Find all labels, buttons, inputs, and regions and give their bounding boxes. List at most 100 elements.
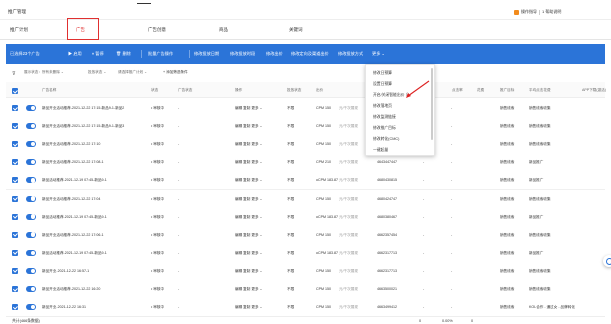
tab-product[interactable]: 商品 [219, 27, 228, 33]
row-toggle-switch[interactable] [26, 141, 36, 148]
row-toggle-switch[interactable] [26, 304, 36, 311]
col-bid[interactable]: 出价 [316, 88, 323, 93]
row-actions[interactable]: 编辑 复制 更多 ⌄ [235, 160, 263, 165]
ad-name-link[interactable]: 新品活动推荐-2021-12-19 07:45-新品9-1 [42, 251, 107, 256]
col-app[interactable]: APP下载(激活) [582, 88, 606, 93]
row-toggle-switch[interactable] [26, 213, 36, 220]
table-row[interactable]: 新品开业-2021-12-22 16:57-1 • 审核中 - 编辑 复制 更多 ⌄ 不… [6, 261, 605, 281]
ad-name-link[interactable]: 新品开业活动推荐-2021-12-22 17:06-1 [42, 233, 104, 238]
row-checkbox[interactable] [12, 105, 18, 111]
filter-delivery-status[interactable]: 投放状态 ⌄ [88, 70, 106, 75]
table-row[interactable]: 新品开业-2021-12-22 16:31 • 审核中 - 编辑 复制 更多 ⌄ 不限 C… [6, 298, 605, 318]
select-all-checkbox[interactable] [12, 88, 18, 94]
delete-button[interactable]: 🗑 删除 [116, 51, 131, 57]
filter-icon[interactable]: ⊽ [12, 71, 16, 77]
ad-name-link[interactable]: 新品开业活动推荐-2021-12-22 17:04 [42, 197, 100, 202]
filter-plan-select[interactable]: 请选择推广计划 ⌄ [118, 70, 147, 75]
col-status[interactable]: 状态 [151, 88, 158, 93]
ad-name-link[interactable]: 新品活动推荐-2021-12-19 07:45-新品9-1 [42, 178, 107, 183]
row-toggle-switch[interactable] [26, 249, 36, 256]
pause-button[interactable]: ⏸ 暂停 [92, 51, 104, 57]
ad-name-link[interactable]: 新品活动推荐-2021-12-19 07:45-新品9-1 [42, 215, 107, 220]
col-cost[interactable]: 花费 [477, 88, 484, 93]
batch-edit-button[interactable]: 批量广告操作 [148, 51, 173, 57]
row-actions[interactable]: 编辑 复制 更多 ⌄ [235, 287, 263, 292]
row-actions[interactable]: 编辑 复制 更多 ⌄ [235, 197, 263, 202]
edit-delivery-button[interactable]: 修改投放方式 [338, 51, 363, 57]
row-toggle-switch[interactable] [26, 267, 36, 274]
add-filter-button[interactable]: + 添加筛选条件 [163, 70, 188, 75]
tab-plan[interactable]: 推广计划 [10, 27, 28, 33]
ad-name-link[interactable]: 新品开业-2021-12-22 16:57-1 [42, 269, 89, 274]
ad-name-link[interactable]: 新品开业-2021-12-22 16:31 [42, 305, 86, 310]
table-row[interactable]: 新品开业活动推荐-2021-12-22 16:20 • 审核中 - 编辑 复制 更多 … [6, 280, 605, 299]
ad-name-link[interactable]: 新品开业活动推荐-2021-12-22 17:15-新品9-1-新品2 [42, 106, 124, 111]
help-tip[interactable]: 操作指导 1 帮助说明 [514, 9, 561, 15]
col-platform[interactable]: 推广目标 [500, 88, 514, 93]
ad-name-link[interactable]: 新品开业活动推荐-2021-12-22 17:15-新品9-1-新品3 [42, 124, 124, 129]
help-float-button[interactable] [603, 255, 611, 267]
menu-item-target[interactable]: 修改推广目标 [373, 126, 396, 131]
menu-item-edit-budget[interactable]: 修改日预算 [373, 71, 392, 76]
row-actions[interactable]: 编辑 复制 更多 ⌄ [235, 233, 263, 238]
row-toggle-switch[interactable] [26, 195, 36, 202]
col-review[interactable]: 广告状态 [178, 88, 192, 93]
row-checkbox[interactable] [12, 141, 18, 148]
edit-bid-button[interactable]: 修改出价 [266, 51, 283, 57]
row-checkbox[interactable] [12, 249, 18, 256]
table-row[interactable]: 新品开业活动推荐-2021-12-22 17:15-新品9-1-新品3 • 审核中… [6, 117, 605, 137]
row-checkbox[interactable] [12, 123, 18, 130]
row-actions[interactable]: 编辑 复制 更多 ⌄ [235, 305, 263, 310]
table-row[interactable]: 新品活动推荐-2021-12-19 07:45-新品9-1 • 审核中 - 编辑 复制… [6, 243, 605, 263]
row-actions[interactable]: 编辑 复制 更多 ⌄ [235, 269, 263, 274]
menu-item-tracking-link[interactable]: 修改监测链接 [373, 115, 396, 120]
row-checkbox[interactable] [12, 159, 18, 166]
table-row[interactable]: 新品开业活动推荐-2021-12-22 17:08-1 • 审核中 - 编辑 复制 更… [6, 153, 605, 173]
row-checkbox[interactable] [12, 177, 18, 184]
row-actions[interactable]: 编辑 复制 更多 ⌄ [235, 106, 263, 111]
row-toggle-switch[interactable] [26, 123, 36, 130]
row-checkbox[interactable] [12, 267, 18, 274]
tab-keyword[interactable]: 关键词 [289, 27, 303, 33]
menu-item-set-budget[interactable]: 设置日预算 [373, 82, 392, 87]
edit-dates-button[interactable]: 修改投放日期 [194, 51, 219, 57]
row-toggle-switch[interactable] [26, 231, 36, 238]
row-actions[interactable]: 编辑 复制 更多 ⌄ [235, 251, 263, 256]
edit-targeting-button[interactable]: 修改定向及渠道出价 [291, 51, 329, 57]
ad-name-link[interactable]: 新品开业活动推荐-2021-12-22 16:20 [42, 287, 100, 292]
row-toggle-switch[interactable] [26, 177, 36, 184]
table-row[interactable]: 新品开业活动推荐-2021-12-22 17:10 • 审核中 - 编辑 复制 更多 … [6, 135, 605, 155]
dropdown-scrollbar[interactable] [431, 68, 433, 140]
row-toggle-switch[interactable] [26, 105, 36, 111]
col-audit[interactable]: 投放状态 [287, 88, 301, 93]
row-actions[interactable]: 编辑 复制 更多 ⌄ [235, 215, 263, 220]
menu-item-landing-page[interactable]: 修改落地页 [373, 104, 392, 109]
col-target[interactable]: 平均点击花费 [529, 88, 551, 93]
more-button[interactable]: 更多 ⌄ [372, 51, 385, 57]
menu-item-conversion[interactable]: 修改转化(CMC) [373, 137, 399, 142]
row-toggle-switch[interactable] [26, 286, 36, 292]
table-row[interactable]: 新品活动推荐-2021-12-19 07:45-新品9-1 • 审核中 - 编辑 复制… [6, 207, 605, 227]
menu-item-boost[interactable]: 一键起量 [373, 148, 388, 153]
row-actions[interactable]: 编辑 复制 更多 ⌄ [235, 142, 263, 147]
tab-creative[interactable]: 广告创意 [148, 27, 166, 33]
row-actions[interactable]: 编辑 复制 更多 ⌄ [235, 178, 263, 183]
row-checkbox[interactable] [12, 286, 18, 292]
col-name[interactable]: 广告名称 [42, 88, 56, 93]
table-row[interactable]: 新品活动推荐-2021-12-19 07:45-新品9-1 • 审核中 - 编辑 复制… [6, 171, 605, 191]
row-checkbox[interactable] [12, 231, 18, 238]
row-toggle-switch[interactable] [26, 159, 36, 166]
enable-button[interactable]: ▶ 启用 [68, 51, 82, 57]
row-actions[interactable]: 编辑 复制 更多 ⌄ [235, 124, 263, 129]
row-checkbox[interactable] [12, 195, 18, 202]
row-checkbox[interactable] [12, 304, 18, 311]
filter-display-status[interactable]: 展示状态：所有未删除 ⌄ [24, 70, 64, 75]
table-row[interactable]: 新品开业活动推荐-2021-12-22 17:04 • 审核中 - 编辑 复制 更多 … [6, 189, 605, 209]
ad-name-link[interactable]: 新品开业活动推荐-2021-12-22 17:08-1 [42, 160, 104, 165]
edit-timeslot-button[interactable]: 修改投放时段 [230, 51, 255, 57]
ad-name-link[interactable]: 新品开业活动推荐-2021-12-22 17:10 [42, 142, 100, 147]
col-ctr[interactable]: 点击率 [452, 88, 463, 93]
row-checkbox[interactable] [12, 213, 18, 220]
table-row[interactable]: 新品开业活动推荐-2021-12-22 17:06-1 • 审核中 - 编辑 复制 更… [6, 225, 605, 245]
table-row[interactable]: 新品开业活动推荐-2021-12-22 17:15-新品9-1-新品2 • 审核中… [6, 99, 605, 118]
